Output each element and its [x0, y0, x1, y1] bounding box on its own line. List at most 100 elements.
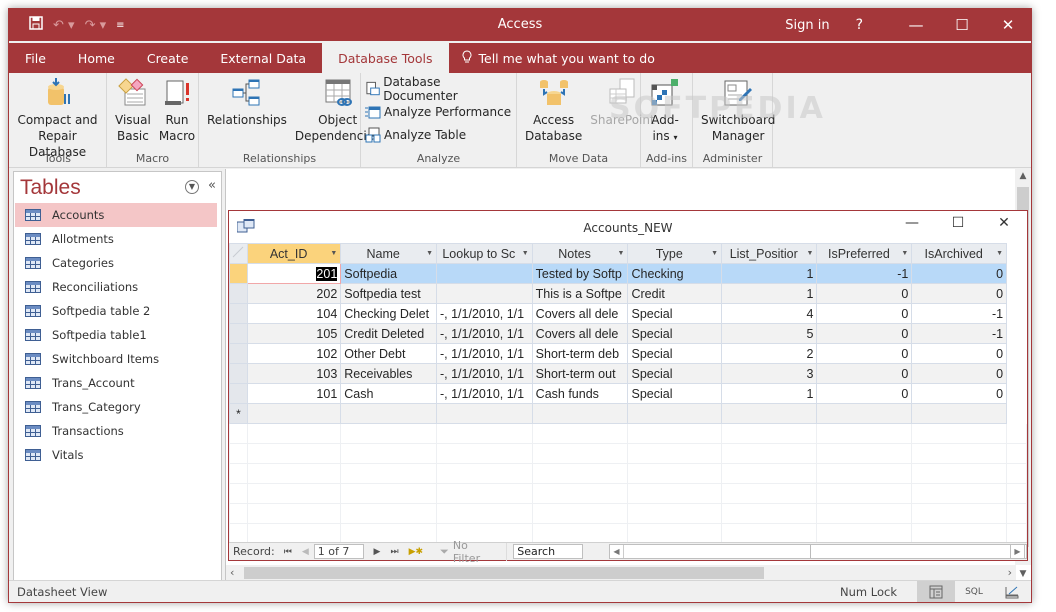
table-cell[interactable]: Tested by Softp [531, 263, 629, 284]
table-cell[interactable]: Special [627, 383, 723, 404]
table-cell[interactable] [531, 403, 629, 424]
tab-file[interactable]: File [9, 43, 62, 73]
table-cell[interactable] [340, 403, 437, 424]
analyze-table-button[interactable]: Analyze Table [365, 125, 512, 145]
nav-menu-dropdown-icon[interactable]: ▼ [185, 180, 199, 194]
scroll-left-icon[interactable]: ‹ [230, 566, 234, 579]
table-row[interactable]: 202 Softpedia test This is a Softpe Credit 1… [229, 283, 1027, 304]
table-cell[interactable]: 0 [911, 283, 1008, 304]
design-view-button[interactable] [993, 581, 1031, 602]
column-header[interactable]: List_Positior ▼ [721, 243, 818, 264]
table-cell[interactable]: Short-term deb [531, 343, 629, 364]
next-record-icon[interactable]: ▶ [374, 547, 381, 557]
search-input[interactable]: Search [513, 544, 583, 559]
row-selector[interactable] [229, 323, 248, 344]
column-filter-dropdown-icon[interactable]: ▼ [426, 250, 433, 257]
table-cell[interactable]: 4 [721, 303, 818, 324]
table-cell[interactable]: Covers all dele [531, 303, 629, 324]
table-cell[interactable] [627, 403, 723, 424]
row-selector[interactable] [229, 283, 248, 304]
table-cell[interactable]: 101 [246, 383, 342, 404]
table-row[interactable]: 102 Other Debt -, 1/1/2010, 1/1 Short-term … [229, 343, 1027, 364]
nav-table-item[interactable]: Switchboard Items [15, 347, 217, 371]
table-cell[interactable]: -1 [911, 303, 1008, 324]
datasheet-view-button[interactable] [917, 581, 955, 602]
table-cell[interactable]: 202 [246, 283, 342, 304]
minimize-button[interactable]: — [893, 16, 939, 34]
column-header[interactable]: Notes ▼ [531, 243, 629, 264]
table-cell[interactable]: Receivables [340, 363, 437, 384]
table-cell[interactable]: -1 [816, 263, 913, 284]
table-cell[interactable] [911, 403, 1008, 424]
table-cell[interactable] [436, 403, 533, 424]
column-header[interactable]: IsArchived ▼ [911, 243, 1008, 264]
table-cell[interactable]: -, 1/1/2010, 1/1 [436, 303, 533, 324]
column-header[interactable]: Name ▼ [340, 243, 437, 264]
table-cell[interactable]: -, 1/1/2010, 1/1 [436, 323, 533, 344]
column-filter-dropdown-icon[interactable]: ▼ [522, 250, 529, 257]
column-header[interactable]: Lookup to Sc ▼ [436, 243, 533, 264]
nav-table-item[interactable]: Trans_Category [15, 395, 217, 419]
table-cell[interactable]: 104 [246, 303, 342, 324]
column-filter-dropdown-icon[interactable]: ▼ [901, 250, 908, 257]
table-cell[interactable] [721, 403, 818, 424]
close-button[interactable]: ✕ [985, 16, 1031, 34]
help-button[interactable]: ? [856, 17, 863, 33]
collapse-pane-icon[interactable]: « [208, 178, 216, 193]
datasheet-minimize-button[interactable]: — [889, 215, 935, 231]
scroll-down-icon[interactable]: ▼ [1015, 569, 1031, 579]
nav-table-item[interactable]: Vitals [15, 443, 217, 467]
table-cell[interactable]: Short-term out [531, 363, 629, 384]
scroll-up-icon[interactable]: ▲ [1015, 171, 1031, 181]
nav-table-item[interactable]: Trans_Account [15, 371, 217, 395]
column-filter-dropdown-icon[interactable]: ▼ [618, 250, 625, 257]
table-cell[interactable]: Checking [627, 263, 723, 284]
table-row[interactable]: 201 Softpedia Tested by Softp Checking 1 -1 0 [229, 263, 1027, 284]
sql-view-button[interactable]: SQL [955, 581, 993, 602]
table-cell[interactable]: This is a Softpe [531, 283, 629, 304]
table-cell[interactable]: Special [627, 363, 723, 384]
table-cell[interactable]: 0 [816, 343, 913, 364]
scroll-thumb-horizontal[interactable] [244, 567, 764, 579]
new-record-row[interactable]: * [229, 403, 1027, 424]
table-cell[interactable]: 1 [721, 283, 818, 304]
table-cell[interactable]: Softpedia [340, 263, 437, 284]
row-selector[interactable] [229, 343, 248, 364]
table-cell[interactable]: 0 [911, 363, 1008, 384]
last-record-icon[interactable]: ⏭ [390, 547, 398, 557]
datasheet-close-button[interactable]: ✕ [981, 215, 1027, 231]
table-row[interactable]: 105 Credit Deleted -, 1/1/2010, 1/1 Covers … [229, 323, 1027, 344]
table-cell[interactable]: 5 [721, 323, 818, 344]
table-cell[interactable]: -, 1/1/2010, 1/1 [436, 383, 533, 404]
table-cell[interactable]: 3 [721, 363, 818, 384]
row-selector[interactable] [229, 303, 248, 324]
new-record-marker[interactable]: * [229, 403, 248, 424]
database-documenter-button[interactable]: Database Documenter [365, 75, 512, 103]
table-cell[interactable]: Other Debt [340, 343, 437, 364]
table-cell[interactable]: -1 [911, 323, 1008, 344]
table-cell[interactable] [436, 263, 533, 284]
table-cell[interactable]: 1 [721, 383, 818, 404]
tab-database-tools[interactable]: Database Tools [322, 43, 449, 73]
table-cell[interactable] [816, 403, 913, 424]
nav-table-item[interactable]: Accounts [15, 203, 217, 227]
maximize-button[interactable]: ☐ [939, 16, 985, 34]
analyze-performance-button[interactable]: Analyze Performance [365, 102, 512, 122]
table-cell[interactable]: 0 [816, 383, 913, 404]
table-cell[interactable]: 0 [911, 343, 1008, 364]
table-cell[interactable]: Special [627, 343, 723, 364]
table-cell[interactable]: -, 1/1/2010, 1/1 [436, 363, 533, 384]
table-cell[interactable]: 0 [911, 383, 1008, 404]
column-filter-dropdown-icon[interactable]: ▼ [996, 250, 1003, 257]
nav-table-item[interactable]: Softpedia table1 [15, 323, 217, 347]
table-cell[interactable]: 0 [816, 303, 913, 324]
filter-toggle[interactable]: ⏷ No Filter [440, 539, 508, 565]
table-cell[interactable]: 103 [246, 363, 342, 384]
row-selector[interactable] [229, 383, 248, 404]
tab-home[interactable]: Home [62, 43, 131, 73]
table-cell[interactable]: 0 [816, 363, 913, 384]
table-cell[interactable]: Cash [340, 383, 437, 404]
nav-table-item[interactable]: Categories [15, 251, 217, 275]
table-cell[interactable]: 1 [721, 263, 818, 284]
table-cell[interactable]: Special [627, 303, 723, 324]
